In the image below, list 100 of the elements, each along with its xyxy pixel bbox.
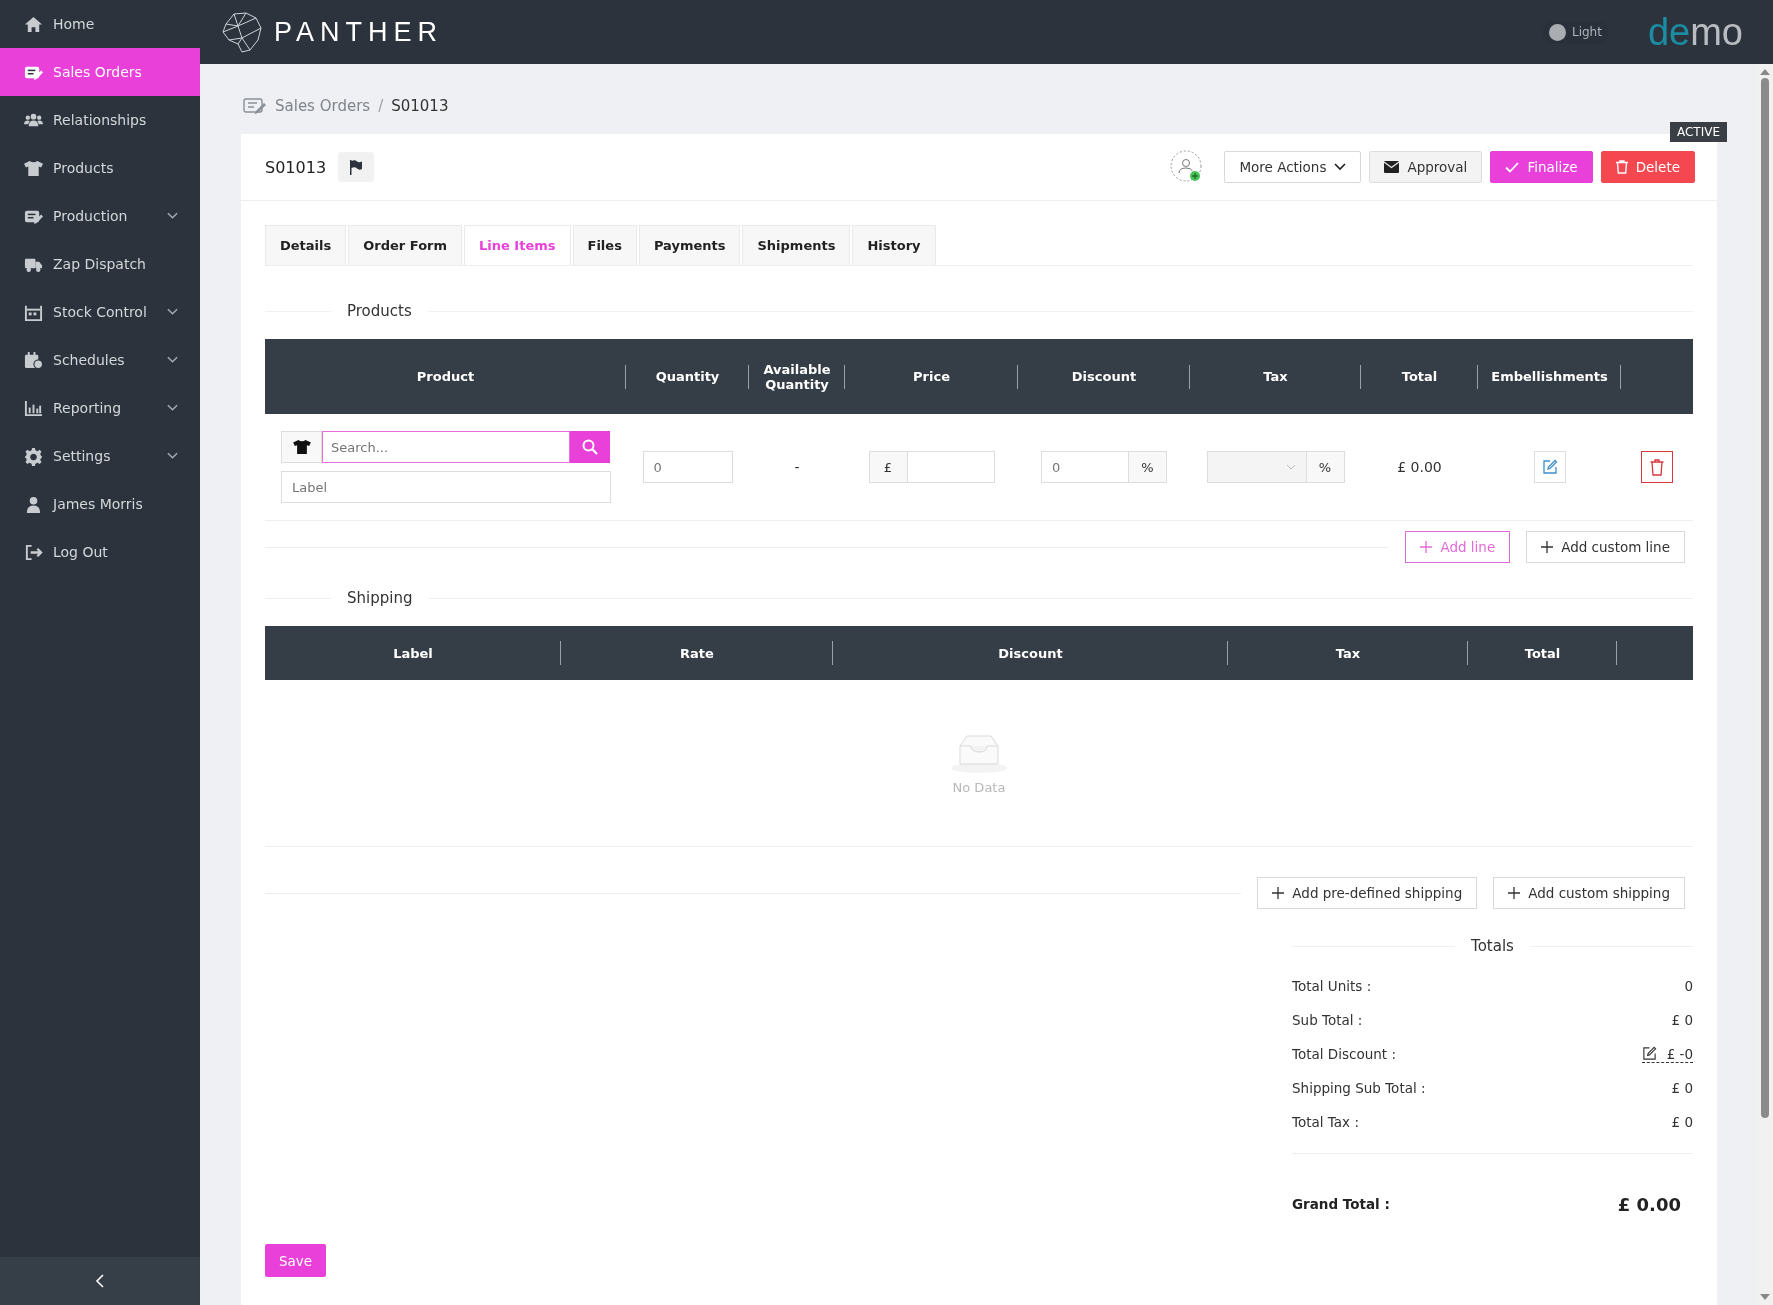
total-label: Total Units :: [1292, 978, 1372, 994]
add-user-icon: [1170, 150, 1205, 184]
price-field[interactable]: [906, 451, 995, 483]
plus-icon: [1420, 541, 1433, 553]
column-header: Product: [416, 369, 475, 384]
sidebar-item[interactable]: Products: [0, 144, 200, 192]
sidebar-item[interactable]: Relationships: [0, 96, 200, 144]
search-icon: [582, 439, 598, 455]
document-pencil-icon: [243, 97, 267, 115]
column-header: Discount: [1071, 369, 1137, 384]
sidebar-item[interactable]: Settings: [0, 432, 200, 480]
trash-icon: [1650, 458, 1664, 476]
column-header: Tax: [1263, 369, 1288, 384]
chevron-left-icon: [95, 1274, 105, 1288]
percent-addon: %: [1129, 451, 1167, 483]
total-value: 0: [1684, 978, 1693, 994]
column-header: Quantity: [655, 369, 720, 384]
chevron-down-icon: [1334, 163, 1347, 171]
edit-embellishments-button[interactable]: [1533, 451, 1566, 483]
column-header: Embellishments: [1491, 369, 1608, 384]
flag-icon: [349, 159, 364, 175]
delete-line-button[interactable]: [1641, 451, 1673, 483]
breadcrumb-separator: /: [378, 97, 384, 115]
envelope-icon: [1384, 161, 1400, 173]
delete-button[interactable]: Delete: [1600, 151, 1695, 183]
add-custom-line-button[interactable]: Add custom line: [1526, 531, 1685, 563]
grand-total-label: Grand Total :: [1292, 1196, 1390, 1212]
sidebar-item[interactable]: Log Out: [0, 528, 200, 576]
shirt-icon: [24, 158, 43, 178]
sidebar-item[interactable]: Reporting: [0, 384, 200, 432]
flag-button[interactable]: [338, 152, 375, 182]
person-icon: [24, 494, 43, 514]
totals-title: Totals: [1470, 937, 1515, 955]
total-value: £ 0: [1671, 1080, 1693, 1096]
empty-state-text: No Data: [952, 779, 1006, 795]
settings-icon: [24, 446, 43, 466]
scroll-up-icon[interactable]: [1760, 68, 1770, 75]
theme-toggle[interactable]: Light: [1542, 20, 1608, 44]
product-search-field[interactable]: Search...: [322, 431, 570, 463]
sidebar-item[interactable]: Stock Control: [0, 288, 200, 336]
approval-button[interactable]: Approval: [1369, 151, 1483, 183]
section-title: Shipping: [346, 589, 414, 607]
editable-total-value[interactable]: £ -0: [1641, 1045, 1693, 1063]
scroll-down-icon[interactable]: [1760, 1294, 1770, 1301]
discount-field[interactable]: 0: [1041, 451, 1129, 483]
add-predefined-shipping-button[interactable]: Add pre-defined shipping: [1257, 877, 1478, 909]
product-type-button[interactable]: [281, 431, 322, 463]
sidebar-item[interactable]: Schedules: [0, 336, 200, 384]
search-button[interactable]: [570, 431, 610, 463]
sidebar-item[interactable]: James Morris: [0, 480, 200, 528]
tab[interactable]: Details: [265, 225, 347, 265]
plus-icon: [1508, 887, 1521, 899]
order-number: S01013: [265, 157, 327, 177]
column-header: Label: [393, 645, 433, 661]
line-total: £ 0.00: [1397, 459, 1442, 475]
brand-logo: demo: [1647, 13, 1743, 51]
shirt-icon: [292, 439, 311, 455]
more-actions-button[interactable]: More Actions: [1224, 151, 1362, 183]
label-field[interactable]: Label: [281, 471, 611, 503]
status-ribbon: ACTIVE: [1669, 122, 1727, 142]
column-header: Available Quantity: [762, 361, 832, 392]
house-icon: [24, 14, 43, 34]
currency-addon: £: [868, 451, 907, 483]
plus-icon: [1272, 887, 1285, 899]
assign-user-button[interactable]: [1170, 150, 1205, 184]
total-label: Total Discount :: [1292, 1046, 1396, 1062]
column-header: Price: [913, 369, 950, 384]
total-label: Total Tax :: [1292, 1114, 1359, 1130]
geometric-head-icon: [220, 10, 264, 54]
calendar-clock-icon: [24, 350, 43, 370]
tab[interactable]: Payments: [638, 225, 741, 265]
breadcrumb-current: S01013: [391, 97, 449, 115]
bar-chart-icon: [24, 398, 43, 418]
logout-icon: [24, 542, 43, 562]
column-header: Total: [1401, 369, 1438, 384]
tab[interactable]: Files: [572, 225, 637, 265]
edit-icon: [1641, 1046, 1657, 1061]
grand-total-value: £ 0.00: [1617, 1193, 1681, 1215]
scrollbar[interactable]: [1757, 64, 1773, 1305]
sidebar-item[interactable]: Production: [0, 192, 200, 240]
tab[interactable]: Shipments: [742, 225, 851, 265]
column-header: Total: [1524, 645, 1561, 661]
section-title: Products: [346, 302, 413, 320]
column-header: Tax: [1335, 645, 1361, 661]
total-label: Sub Total :: [1292, 1012, 1363, 1028]
sidebar-item[interactable]: Home: [0, 0, 200, 48]
chevron-down-icon: [1285, 464, 1296, 470]
tab[interactable]: History: [852, 225, 936, 265]
total-value: £ 0: [1671, 1012, 1693, 1028]
column-header: Rate: [680, 645, 714, 661]
sidebar-item[interactable]: Zap Dispatch: [0, 240, 200, 288]
available-quantity: -: [794, 459, 800, 475]
tab[interactable]: Order Form: [348, 225, 462, 265]
plus-icon: [1541, 541, 1554, 553]
edit-icon: [1541, 459, 1558, 475]
check-icon: [1505, 161, 1520, 173]
quantity-field[interactable]: 0: [642, 451, 733, 483]
percent-addon: %: [1306, 451, 1345, 483]
add-custom-shipping-button[interactable]: Add custom shipping: [1493, 877, 1685, 909]
logo-text: PANTHER: [274, 16, 443, 48]
